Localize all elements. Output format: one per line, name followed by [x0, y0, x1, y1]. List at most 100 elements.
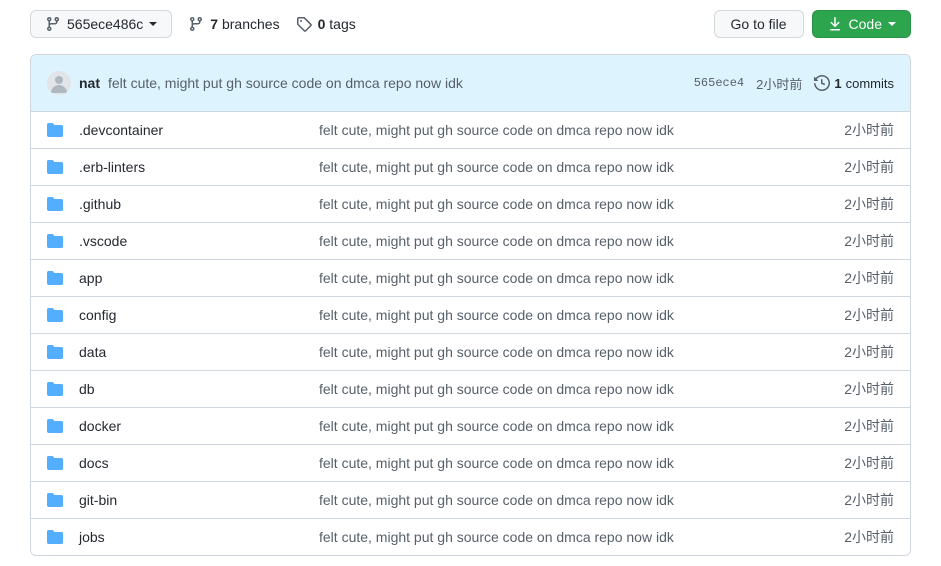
- branches-label: branches: [222, 16, 280, 32]
- file-name-cell: db: [79, 381, 319, 397]
- file-name-cell: data: [79, 344, 319, 360]
- file-row: .github felt cute, might put gh source co…: [31, 186, 910, 223]
- file-age: 2小时前: [844, 120, 894, 140]
- latest-commit-bar: nat felt cute, might put gh source code …: [31, 55, 910, 112]
- commits-count: 1: [834, 76, 841, 91]
- download-icon: [827, 16, 843, 32]
- file-link[interactable]: .erb-linters: [79, 159, 145, 175]
- file-link[interactable]: docs: [79, 455, 109, 471]
- file-age: 2小时前: [844, 453, 894, 473]
- commit-time: 2小时前: [756, 74, 802, 93]
- folder-icon: [47, 492, 63, 508]
- file-commit-message[interactable]: felt cute, might put gh source code on d…: [319, 455, 844, 471]
- file-link[interactable]: .vscode: [79, 233, 127, 249]
- file-age: 2小时前: [844, 268, 894, 288]
- commit-author[interactable]: nat: [79, 75, 100, 91]
- file-row: git-bin felt cute, might put gh source co…: [31, 482, 910, 519]
- file-row: jobsfelt cute, might put gh source code …: [31, 519, 910, 555]
- tags-count: 0: [318, 16, 326, 32]
- folder-icon: [47, 455, 63, 471]
- file-age: 2小时前: [844, 342, 894, 362]
- file-link[interactable]: docker: [79, 418, 121, 434]
- tags-label: tags: [329, 16, 355, 32]
- folder-icon: [47, 307, 63, 323]
- file-link[interactable]: data: [79, 344, 106, 360]
- commits-label: commits: [846, 76, 894, 91]
- commit-meta: 565ece4 2小时前 1 commits: [694, 74, 894, 93]
- file-name-cell: .vscode: [79, 233, 319, 249]
- avatar[interactable]: [47, 71, 71, 95]
- file-name-cell: .github: [79, 196, 319, 212]
- file-commit-message[interactable]: felt cute, might put gh source code on d…: [319, 196, 844, 212]
- file-link[interactable]: git-bin: [79, 492, 117, 508]
- file-link[interactable]: db: [79, 381, 95, 397]
- branch-icon: [45, 16, 61, 32]
- file-link[interactable]: .github: [79, 196, 121, 212]
- file-row: config felt cute, might put gh source cod…: [31, 297, 910, 334]
- branches-link[interactable]: 7 branches: [188, 16, 279, 32]
- file-row: app felt cute, might put gh source code o…: [31, 260, 910, 297]
- file-age: 2小时前: [844, 157, 894, 177]
- branch-select-button[interactable]: 565ece486c: [30, 10, 172, 38]
- file-row: db felt cute, might put gh source code on…: [31, 371, 910, 408]
- file-name-cell: .devcontainer: [79, 122, 319, 138]
- file-age: 2小时前: [844, 379, 894, 399]
- file-name-cell: git-bin: [79, 492, 319, 508]
- folder-icon: [47, 381, 63, 397]
- file-name-cell: docker: [79, 418, 319, 434]
- file-commit-message[interactable]: felt cute, might put gh source code on d…: [319, 381, 844, 397]
- file-link[interactable]: config: [79, 307, 116, 323]
- file-name-cell: config: [79, 307, 319, 323]
- code-button[interactable]: Code: [812, 10, 911, 38]
- file-link[interactable]: app: [79, 270, 102, 286]
- toolbar-right: Go to file Code: [714, 10, 912, 38]
- file-age: 2小时前: [844, 490, 894, 510]
- avatar-icon: [47, 71, 71, 95]
- file-age: 2小时前: [844, 194, 894, 214]
- branch-name: 565ece486c: [67, 16, 143, 32]
- file-commit-message[interactable]: felt cute, might put gh source code on d…: [319, 344, 844, 360]
- folder-icon: [47, 196, 63, 212]
- file-age: 2小时前: [844, 527, 894, 547]
- commit-message[interactable]: felt cute, might put gh source code on d…: [108, 75, 463, 91]
- file-row: .erb-linters felt cute, might put gh sour…: [31, 149, 910, 186]
- folder-icon: [47, 418, 63, 434]
- file-age: 2小时前: [844, 231, 894, 251]
- file-name-cell: docs: [79, 455, 319, 471]
- file-row: data felt cute, might put gh source code …: [31, 334, 910, 371]
- file-commit-message[interactable]: felt cute, might put gh source code on d…: [319, 270, 844, 286]
- file-name-cell: .erb-linters: [79, 159, 319, 175]
- tag-icon: [296, 16, 312, 32]
- file-commit-message[interactable]: felt cute, might put gh source code on d…: [319, 233, 844, 249]
- tags-link[interactable]: 0 tags: [296, 16, 356, 32]
- caret-down-icon: [149, 22, 157, 26]
- commit-sha[interactable]: 565ece4: [694, 76, 744, 90]
- file-commit-message[interactable]: felt cute, might put gh source code on d…: [319, 159, 844, 175]
- file-commit-message[interactable]: felt cute, might put gh source code on d…: [319, 418, 844, 434]
- file-age: 2小时前: [844, 416, 894, 436]
- file-listing-box: nat felt cute, might put gh source code …: [30, 54, 911, 556]
- branches-count: 7: [210, 16, 218, 32]
- file-age: 2小时前: [844, 305, 894, 325]
- file-row: .vscode felt cute, might put gh source co…: [31, 223, 910, 260]
- history-icon: [814, 75, 830, 91]
- code-label: Code: [849, 16, 882, 32]
- folder-icon: [47, 344, 63, 360]
- folder-icon: [47, 270, 63, 286]
- file-rows: .devcontainer felt cute, might put gh sou…: [31, 112, 910, 555]
- file-name-cell: app: [79, 270, 319, 286]
- folder-icon: [47, 233, 63, 249]
- file-commit-message[interactable]: felt cute, might put gh source code on d…: [319, 122, 844, 138]
- repo-toolbar: 565ece486c 7 branches 0 tags Go to file …: [30, 10, 911, 38]
- file-link[interactable]: .devcontainer: [79, 122, 163, 138]
- file-row: docs felt cute, might put gh source code …: [31, 445, 910, 482]
- file-commit-message[interactable]: felt cute, might put gh source code on d…: [319, 492, 844, 508]
- file-commit-message[interactable]: felt cute, might put gh source code on d…: [319, 307, 844, 323]
- folder-icon: [47, 159, 63, 175]
- file-row: docker felt cute, might put gh source cod…: [31, 408, 910, 445]
- folder-icon: [47, 122, 63, 138]
- file-row: .devcontainer felt cute, might put gh sou…: [31, 112, 910, 149]
- caret-down-icon: [888, 22, 896, 26]
- go-to-file-button[interactable]: Go to file: [714, 10, 804, 38]
- commits-link[interactable]: 1 commits: [814, 75, 894, 91]
